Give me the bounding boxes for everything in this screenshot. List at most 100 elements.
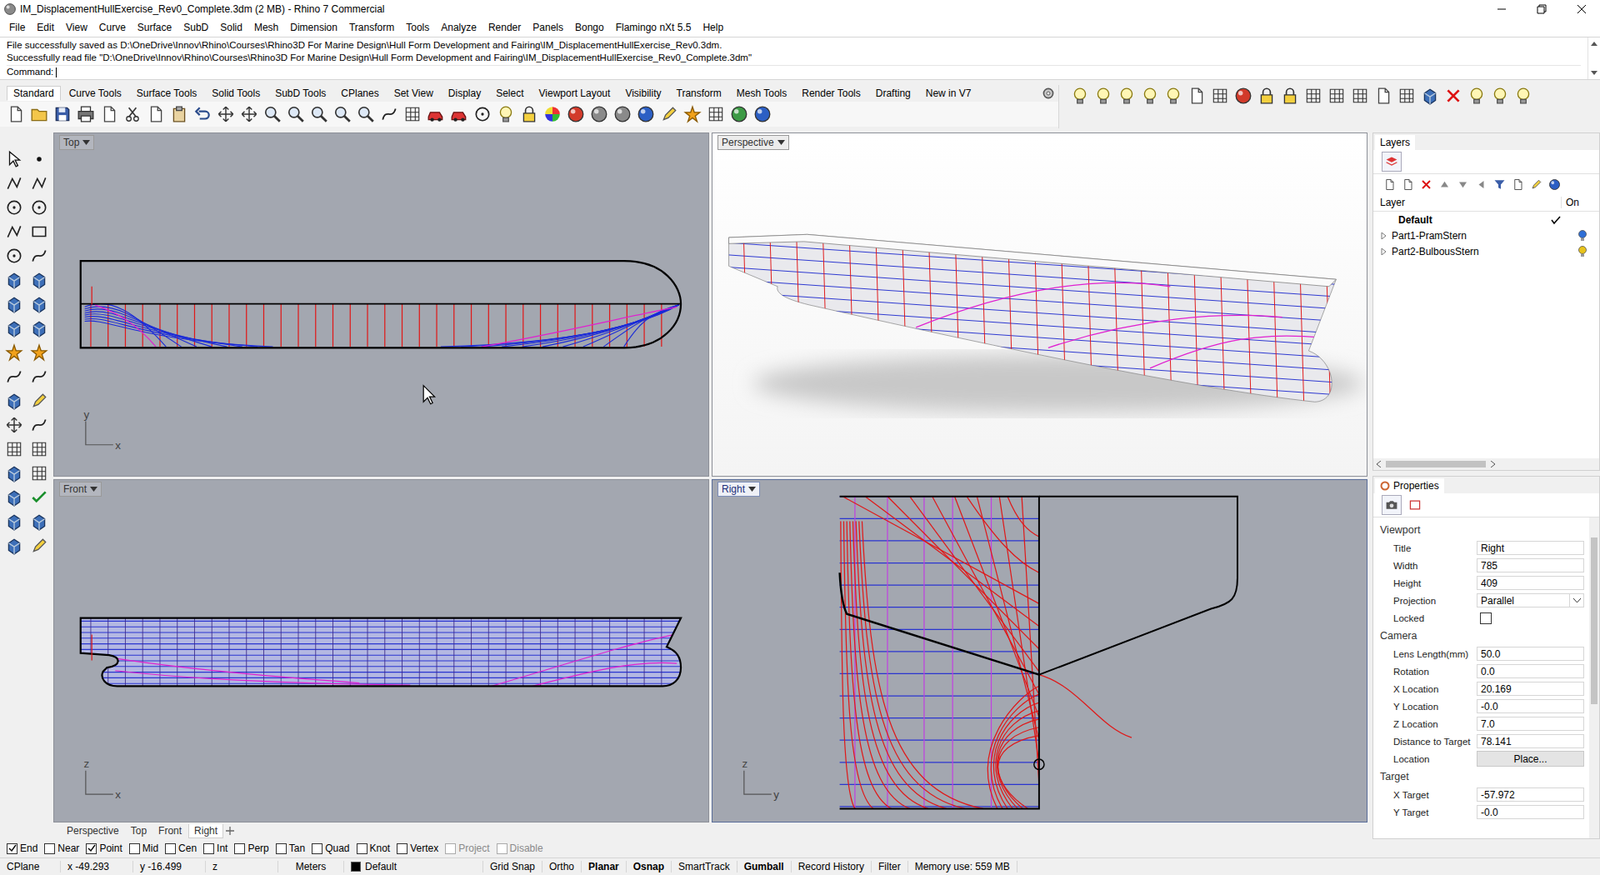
sphereBlue-icon[interactable] [1548,178,1561,191]
property-field[interactable]: 0.0 [1476,664,1585,679]
xred-icon[interactable] [1420,178,1433,191]
star-icon[interactable] [30,343,49,362]
body-plan-drawing[interactable]: zy [712,480,1367,823]
wheel-icon[interactable] [543,105,562,124]
car-icon[interactable] [426,105,445,124]
menu-item[interactable]: Surface [131,21,178,34]
status-toggle[interactable]: Grid Snap [483,860,543,873]
property-field[interactable]: -0.0 [1476,699,1585,714]
grid-icon[interactable] [403,105,422,124]
property-select[interactable]: Parallel [1476,593,1585,608]
pen-icon[interactable] [660,105,679,124]
units[interactable]: Meters [278,860,345,873]
doc-icon[interactable] [1187,86,1206,105]
curve-icon[interactable] [30,246,49,265]
dropdown-arrow-icon[interactable] [777,140,785,145]
cube-icon[interactable] [5,464,24,483]
dropdown-arrow-icon[interactable] [82,140,90,145]
pen-icon[interactable] [30,536,49,555]
zoom-icon[interactable] [333,105,352,124]
grid-icon[interactable] [5,440,24,459]
viewport-tab[interactable]: Front [153,824,187,838]
property-field[interactable]: -57.972 [1476,787,1585,802]
clip-icon[interactable] [170,105,189,124]
current-check-icon[interactable] [1550,215,1561,225]
menu-item[interactable]: Flamingo nXt 5.5 [610,21,698,34]
lock-icon[interactable] [520,105,539,124]
status-toggle[interactable]: Record History [791,860,872,873]
viewport-tab[interactable]: Right [188,824,224,839]
menu-item[interactable]: Solid [214,21,249,34]
restore-button[interactable] [1523,0,1560,19]
toolbar-tab[interactable]: Standard [6,85,61,101]
osnap-checkbox[interactable]: Perp [234,842,269,855]
menu-item[interactable]: Edit [30,21,60,34]
cube-icon[interactable] [5,391,24,410]
osnap-checkbox[interactable]: Vertex [396,842,439,855]
menu-item[interactable]: Transform [343,21,400,34]
toolbar-tab[interactable]: Surface Tools [130,85,205,101]
left-icon[interactable] [1475,178,1488,191]
doc-icon[interactable] [1374,86,1393,105]
layer-name[interactable]: Part2-BulbousStern [1391,245,1546,258]
doc-icon[interactable] [1401,178,1415,191]
bulb-icon[interactable] [1070,86,1090,105]
viewport[interactable]: Perspective [711,132,1368,477]
toolbar-tab[interactable]: Select [489,85,530,101]
cursor-icon[interactable] [5,150,24,169]
sphereRed-icon[interactable] [1234,86,1253,105]
sphereGrey-icon[interactable] [590,105,609,124]
bulb-icon[interactable] [1490,86,1510,105]
toolbar-tab[interactable]: Curve Tools [62,85,129,101]
cube-icon[interactable] [30,270,49,290]
doc-icon[interactable] [1383,178,1396,191]
menu-item[interactable]: Curve [93,21,132,34]
expand-arrow-icon[interactable] [1380,248,1387,255]
move-icon[interactable] [240,105,259,124]
save-icon[interactable] [53,105,72,124]
sphereBlue-icon[interactable] [636,105,655,124]
column-header[interactable]: Layer [1380,196,1561,209]
property-field[interactable]: 78.141 [1476,734,1585,749]
pen-icon[interactable] [1530,178,1543,191]
down-icon[interactable] [1456,178,1470,191]
up-icon[interactable] [1438,178,1451,191]
property-field[interactable]: 409 [1476,575,1585,590]
layer-row[interactable]: Part1-PramStern [1373,227,1600,244]
viewport-title[interactable]: Top [59,135,95,150]
add-viewport-icon[interactable] [225,825,235,836]
layer-name[interactable]: Part1-PramStern [1391,230,1546,242]
cube-icon[interactable] [5,270,24,290]
viewport[interactable]: yxTop [53,132,710,477]
command-scrollbar[interactable] [1587,37,1600,80]
bulb-icon[interactable] [1514,86,1533,105]
grid-icon[interactable] [706,105,725,124]
osnap-checkbox[interactable]: Tan [275,842,305,855]
grid-icon[interactable] [1397,86,1416,105]
cube-icon[interactable] [5,295,24,314]
panel-tab[interactable]: Properties [1375,478,1445,494]
viewport-title[interactable]: Front [59,481,102,497]
toolbar-tab[interactable]: Mesh Tools [730,85,794,101]
minimize-button[interactable] [1483,0,1520,19]
menu-item[interactable]: Bongo [569,21,610,34]
star-icon[interactable] [683,105,702,124]
folder-icon[interactable] [30,105,49,124]
cube-icon[interactable] [5,319,24,338]
menu-item[interactable]: Render [482,21,527,34]
circleo-icon[interactable] [473,105,492,124]
command-prompt[interactable]: Command: [6,65,1581,79]
viewport-title[interactable]: Right [717,481,760,497]
status-toggle[interactable]: Planar [581,860,627,873]
toolbar-tab[interactable]: Display [441,85,488,101]
grid-icon[interactable] [1350,86,1370,105]
curve-icon[interactable] [30,367,49,386]
status-toggle[interactable]: Ortho [542,860,582,873]
osnap-checkbox[interactable]: Cen [165,842,197,855]
print-icon[interactable] [76,105,95,124]
status-toggle[interactable]: Filter [871,860,909,873]
viewport-tab[interactable]: Perspective [61,824,125,838]
toolbar-tab[interactable]: Set View [387,85,440,101]
property-field[interactable]: 50.0 [1476,646,1585,661]
menu-item[interactable]: File [3,21,31,34]
